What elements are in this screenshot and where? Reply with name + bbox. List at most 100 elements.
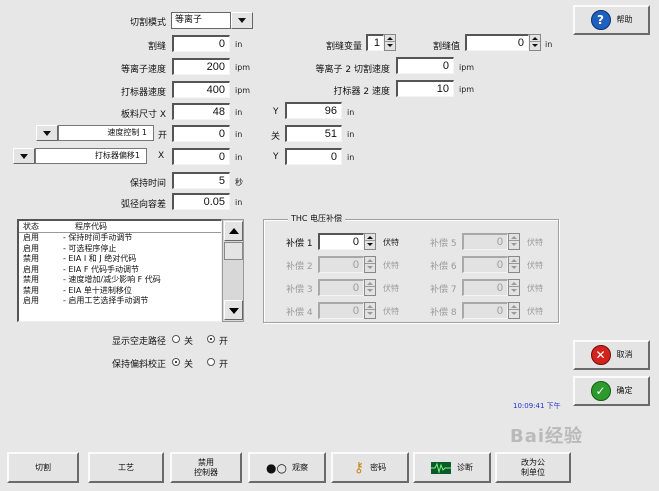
kerf-input[interactable]: 0 — [172, 35, 230, 52]
column-header-status[interactable]: 状态 — [23, 221, 39, 233]
thc-offset-3-label: 补偿 3 — [286, 285, 313, 295]
list-item[interactable]: 禁用 - EIA 单十进制移位 — [19, 286, 221, 297]
list-item[interactable]: 启用 - 可选程序停止 — [19, 244, 221, 255]
arrow-down-icon — [511, 312, 517, 315]
arrow-down-icon — [387, 44, 393, 47]
kerf-variable-input[interactable]: 1 — [366, 34, 384, 51]
kerf-variable-label: 割缝变量 — [325, 42, 362, 52]
thc-offset-1-input[interactable]: 0 — [318, 233, 364, 250]
arrow-down-icon — [511, 289, 517, 292]
arc-tolerance-label: 弧径向容差 — [120, 200, 166, 210]
plate-size-x-label: 板料尺寸 X — [120, 110, 166, 120]
list-item-code: - 可选程序停止 — [63, 243, 117, 253]
speed-control-dropdown-button[interactable] — [36, 125, 58, 141]
list-item[interactable]: 启用 - 保持时间手动调节 — [19, 233, 221, 244]
list-item-status: 禁用 — [23, 275, 39, 284]
program-code-list[interactable]: 状态 程序代码 启用 - 保持时间手动调节 启用 - 可选程序停止 禁用 - EIA I … — [17, 219, 222, 322]
thc-offset-6-spinner[interactable] — [508, 256, 520, 273]
speed-control-off-input[interactable]: 51 — [285, 125, 342, 142]
plasma-speed-label: 等离子速度 — [120, 65, 166, 75]
thc-offset-4-input[interactable]: 0 — [318, 302, 364, 319]
disable-controller-button[interactable]: 禁用 控制器 — [170, 452, 242, 483]
list-item-status: 禁用 — [23, 254, 39, 263]
marker-offset-x-input[interactable]: 0 — [172, 148, 230, 165]
thc-offset-1-spinner[interactable] — [364, 233, 376, 250]
marker-speed-unit: ipm — [235, 86, 251, 95]
thc-offset-5-input[interactable]: 0 — [462, 233, 508, 250]
speed-control-on-input[interactable]: 0 — [172, 125, 230, 142]
list-scrollbar[interactable] — [222, 219, 244, 322]
list-item[interactable]: 启用 - 启用工艺选择手动调节 — [19, 296, 221, 307]
thc-offset-6-label: 补偿 6 — [430, 262, 457, 272]
speed-control-on-unit: in — [235, 130, 243, 139]
thc-offset-2-spinner[interactable] — [364, 256, 376, 273]
marker-offset-dropdown-button[interactable] — [13, 148, 35, 164]
chevron-down-icon — [20, 154, 28, 159]
marker-offset-select[interactable]: 打标器偏移1 — [35, 148, 147, 164]
thc-offset-7-unit: 伏特 — [527, 284, 543, 293]
process-tab-button[interactable]: 工艺 — [88, 452, 164, 483]
kerf-variable-spinner[interactable] — [384, 34, 396, 51]
password-button[interactable]: ⚷ 密码 — [331, 452, 409, 483]
help-button[interactable]: ? 帮助 — [573, 5, 650, 35]
plasma-speed-input[interactable]: 200 — [172, 58, 230, 75]
thc-offset-7-label: 补偿 7 — [430, 285, 457, 295]
thc-offset-8-spinner[interactable] — [508, 302, 520, 319]
cut-mode-select[interactable]: 等离子 — [171, 12, 231, 29]
keep-skew-label: 保持偏斜校正 — [111, 360, 166, 370]
arc-tolerance-input[interactable]: 0.05 — [172, 193, 230, 210]
thc-offset-6-input[interactable]: 0 — [462, 256, 508, 273]
arrow-down-icon — [511, 243, 517, 246]
thc-offset-7-spinner[interactable] — [508, 279, 520, 296]
metric-units-button[interactable]: 改为公 制单位 — [495, 452, 571, 483]
marker-offset-y-input[interactable]: 0 — [285, 148, 342, 165]
ok-button[interactable]: ✓ 确定 — [573, 376, 650, 406]
kerf-value-input[interactable]: 0 — [465, 34, 529, 51]
chevron-down-icon — [43, 131, 51, 136]
diagnostics-button[interactable]: 诊断 — [413, 452, 491, 483]
thc-offset-3-input[interactable]: 0 — [318, 279, 364, 296]
cut-tab-button[interactable]: 切割 — [7, 452, 79, 483]
plate-size-y-input[interactable]: 96 — [285, 102, 342, 119]
kerf-value-spinner[interactable] — [529, 34, 541, 51]
list-item-code: - EIA F 代码手动调节 — [63, 264, 140, 274]
watch-button[interactable]: ●○ 观察 — [248, 452, 326, 483]
scroll-thumb[interactable] — [224, 242, 243, 260]
keep-skew-off-radio[interactable] — [172, 358, 180, 366]
thc-offset-2-input[interactable]: 0 — [318, 256, 364, 273]
cancel-button[interactable]: ✕ 取消 — [573, 340, 650, 370]
waveform-icon — [431, 461, 451, 474]
show-dry-path-off-radio[interactable] — [172, 335, 180, 343]
list-item[interactable]: 启用 - EIA F 代码手动调节 — [19, 265, 221, 276]
thc-offset-7-input[interactable]: 0 — [462, 279, 508, 296]
marker2-speed-input[interactable]: 10 — [396, 80, 454, 97]
keep-skew-on-radio[interactable] — [207, 358, 215, 366]
thc-offset-8-input[interactable]: 0 — [462, 302, 508, 319]
thc-offset-5-spinner[interactable] — [508, 233, 520, 250]
arrow-up-icon — [511, 282, 517, 285]
marker2-speed-unit: ipm — [459, 85, 475, 94]
plate-size-x-input[interactable]: 48 — [172, 103, 230, 120]
marker-speed-input[interactable]: 400 — [172, 81, 230, 98]
scroll-up-button[interactable] — [224, 221, 243, 241]
column-header-code[interactable]: 程序代码 — [75, 221, 107, 233]
list-item-status: 启用 — [23, 233, 39, 242]
thc-offset-8-unit: 伏特 — [527, 307, 543, 316]
thc-offset-3-unit: 伏特 — [383, 284, 399, 293]
arrow-down-icon — [532, 44, 538, 47]
list-item-code: - 启用工艺选择手动调节 — [63, 296, 149, 305]
thc-offset-4-spinner[interactable] — [364, 302, 376, 319]
cut-mode-dropdown-button[interactable] — [231, 12, 253, 29]
scroll-down-button[interactable] — [224, 300, 243, 320]
show-dry-path-on-label: 开 — [219, 337, 229, 347]
list-item[interactable]: 禁用 - EIA I 和 J 绝对代码 — [19, 254, 221, 265]
list-item[interactable]: 禁用 - 速度增加/减少影响 F 代码 — [19, 275, 221, 286]
hold-time-input[interactable]: 5 — [172, 172, 230, 189]
cancel-button-label: 取消 — [616, 350, 633, 359]
cut-tab-label: 切割 — [35, 462, 51, 472]
plasma2-speed-input[interactable]: 0 — [396, 57, 454, 74]
show-dry-path-on-radio[interactable] — [207, 335, 215, 343]
thc-offset-3-spinner[interactable] — [364, 279, 376, 296]
thc-offset-1-label: 补偿 1 — [286, 239, 313, 249]
speed-control-select[interactable]: 速度控制 1 — [58, 125, 154, 141]
